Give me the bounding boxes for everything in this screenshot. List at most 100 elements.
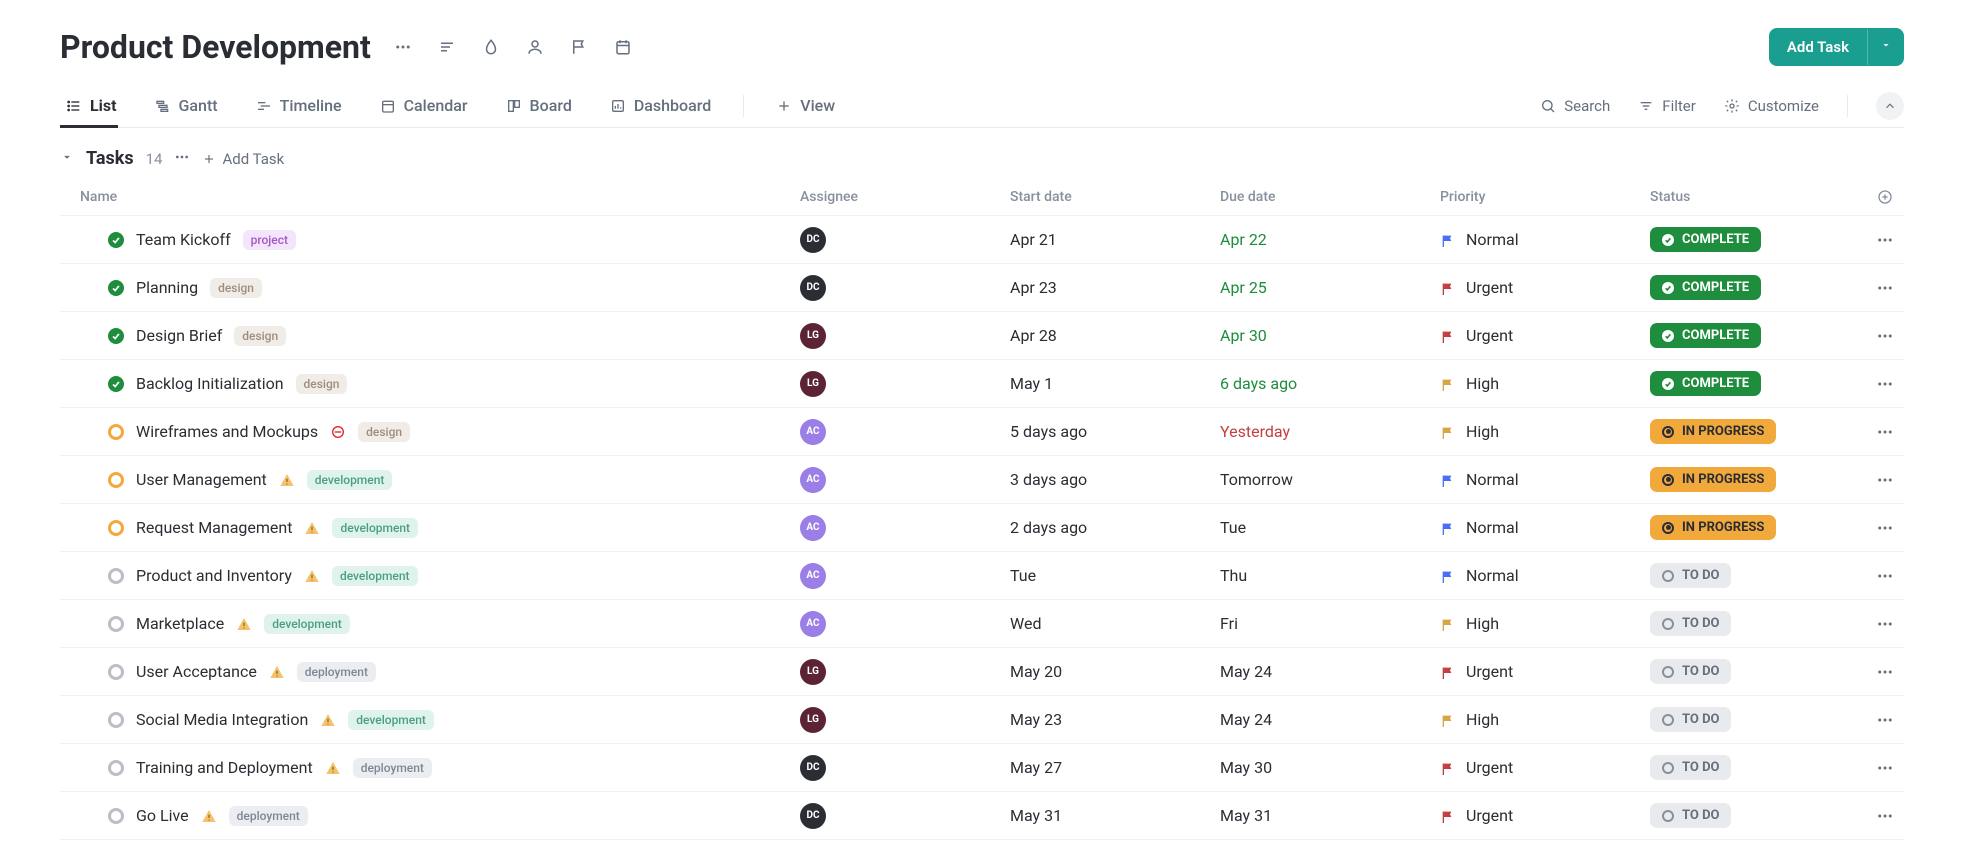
table-row[interactable]: Team KickoffprojectDCApr 21Apr 22NormalC…: [60, 216, 1904, 264]
row-more-icon[interactable]: [1860, 519, 1910, 537]
status-dot-icon[interactable]: [108, 472, 124, 488]
status-badge[interactable]: IN PROGRESS: [1650, 467, 1776, 492]
tag-badge[interactable]: development: [307, 470, 393, 490]
col-start[interactable]: Start date: [1010, 189, 1220, 205]
row-more-icon[interactable]: [1860, 711, 1910, 729]
priority-cell[interactable]: Normal: [1440, 566, 1650, 585]
priority-cell[interactable]: High: [1440, 614, 1650, 633]
due-date[interactable]: Tomorrow: [1220, 470, 1440, 489]
due-date[interactable]: May 24: [1220, 710, 1440, 729]
row-more-icon[interactable]: [1860, 375, 1910, 393]
status-dot-icon[interactable]: [108, 520, 124, 536]
due-date[interactable]: Thu: [1220, 566, 1440, 585]
avatar[interactable]: AC: [800, 419, 826, 445]
task-name[interactable]: Request Management: [136, 518, 292, 537]
row-more-icon[interactable]: [1860, 807, 1910, 825]
status-dot-icon[interactable]: [108, 328, 124, 344]
status-dot-icon[interactable]: [108, 376, 124, 392]
start-date[interactable]: Tue: [1010, 566, 1220, 585]
task-name[interactable]: Team Kickoff: [136, 230, 231, 249]
row-more-icon[interactable]: [1860, 327, 1910, 345]
task-name[interactable]: Backlog Initialization: [136, 374, 284, 393]
table-row[interactable]: Go LivedeploymentDCMay 31May 31UrgentTO …: [60, 792, 1904, 840]
status-dot-icon[interactable]: [108, 232, 124, 248]
row-more-icon[interactable]: [1860, 423, 1910, 441]
add-task-button[interactable]: Add Task: [1769, 28, 1904, 66]
priority-cell[interactable]: Normal: [1440, 518, 1650, 537]
group-add-task[interactable]: Add Task: [202, 150, 284, 168]
priority-cell[interactable]: Normal: [1440, 230, 1650, 249]
status-dot-icon[interactable]: [108, 712, 124, 728]
tag-badge[interactable]: development: [332, 518, 418, 538]
due-date[interactable]: Yesterday: [1220, 422, 1440, 441]
start-date[interactable]: Apr 21: [1010, 230, 1220, 249]
customize-button[interactable]: Customize: [1724, 97, 1819, 115]
tag-badge[interactable]: development: [348, 710, 434, 730]
tag-badge[interactable]: design: [358, 422, 410, 442]
row-more-icon[interactable]: [1860, 231, 1910, 249]
status-badge[interactable]: COMPLETE: [1650, 323, 1761, 348]
tab-timeline[interactable]: Timeline: [250, 84, 348, 127]
more-icon[interactable]: [393, 37, 413, 57]
start-date[interactable]: Apr 28: [1010, 326, 1220, 345]
tag-badge[interactable]: design: [234, 326, 286, 346]
avatar[interactable]: LG: [800, 323, 826, 349]
due-date[interactable]: May 30: [1220, 758, 1440, 777]
row-more-icon[interactable]: [1860, 615, 1910, 633]
start-date[interactable]: May 27: [1010, 758, 1220, 777]
table-row[interactable]: PlanningdesignDCApr 23Apr 25UrgentCOMPLE…: [60, 264, 1904, 312]
calendar-icon[interactable]: [613, 37, 633, 57]
due-date[interactable]: Fri: [1220, 614, 1440, 633]
tag-badge[interactable]: design: [296, 374, 348, 394]
tab-gantt[interactable]: Gantt: [149, 84, 224, 127]
avatar[interactable]: LG: [800, 707, 826, 733]
row-more-icon[interactable]: [1860, 471, 1910, 489]
avatar[interactable]: AC: [800, 515, 826, 541]
status-dot-icon[interactable]: [108, 808, 124, 824]
due-date[interactable]: Apr 30: [1220, 326, 1440, 345]
avatar[interactable]: LG: [800, 371, 826, 397]
task-name[interactable]: Social Media Integration: [136, 710, 308, 729]
status-dot-icon[interactable]: [108, 424, 124, 440]
start-date[interactable]: Wed: [1010, 614, 1220, 633]
col-name[interactable]: Name: [60, 189, 800, 205]
avatar[interactable]: LG: [800, 659, 826, 685]
tab-board[interactable]: Board: [500, 84, 578, 127]
due-date[interactable]: Apr 22: [1220, 230, 1440, 249]
table-row[interactable]: Request ManagementdevelopmentAC2 days ag…: [60, 504, 1904, 552]
status-badge[interactable]: IN PROGRESS: [1650, 419, 1776, 444]
add-task-dropdown[interactable]: [1867, 29, 1904, 65]
status-badge[interactable]: IN PROGRESS: [1650, 515, 1776, 540]
status-badge[interactable]: COMPLETE: [1650, 371, 1761, 396]
priority-cell[interactable]: High: [1440, 710, 1650, 729]
start-date[interactable]: May 1: [1010, 374, 1220, 393]
avatar[interactable]: DC: [800, 803, 826, 829]
row-more-icon[interactable]: [1860, 663, 1910, 681]
task-name[interactable]: User Management: [136, 470, 267, 489]
tab-list[interactable]: List: [60, 84, 123, 127]
due-date[interactable]: May 24: [1220, 662, 1440, 681]
tag-badge[interactable]: development: [264, 614, 350, 634]
avatar[interactable]: DC: [800, 275, 826, 301]
start-date[interactable]: 5 days ago: [1010, 422, 1220, 441]
priority-cell[interactable]: Urgent: [1440, 326, 1650, 345]
priority-cell[interactable]: Urgent: [1440, 758, 1650, 777]
person-icon[interactable]: [525, 37, 545, 57]
status-dot-icon[interactable]: [108, 760, 124, 776]
task-name[interactable]: Wireframes and Mockups: [136, 422, 318, 441]
task-name[interactable]: Design Brief: [136, 326, 222, 345]
avatar[interactable]: DC: [800, 227, 826, 253]
table-row[interactable]: User ManagementdevelopmentAC3 days agoTo…: [60, 456, 1904, 504]
due-date[interactable]: 6 days ago: [1220, 374, 1440, 393]
priority-cell[interactable]: Urgent: [1440, 278, 1650, 297]
status-badge[interactable]: TO DO: [1650, 803, 1731, 828]
add-task-label[interactable]: Add Task: [1769, 28, 1867, 66]
col-priority[interactable]: Priority: [1440, 189, 1650, 205]
tab-calendar[interactable]: Calendar: [374, 84, 474, 127]
task-name[interactable]: Training and Deployment: [136, 758, 313, 777]
task-name[interactable]: User Acceptance: [136, 662, 257, 681]
start-date[interactable]: 3 days ago: [1010, 470, 1220, 489]
droplet-icon[interactable]: [481, 37, 501, 57]
tag-badge[interactable]: deployment: [353, 758, 432, 778]
tab-dashboard[interactable]: Dashboard: [604, 84, 717, 127]
